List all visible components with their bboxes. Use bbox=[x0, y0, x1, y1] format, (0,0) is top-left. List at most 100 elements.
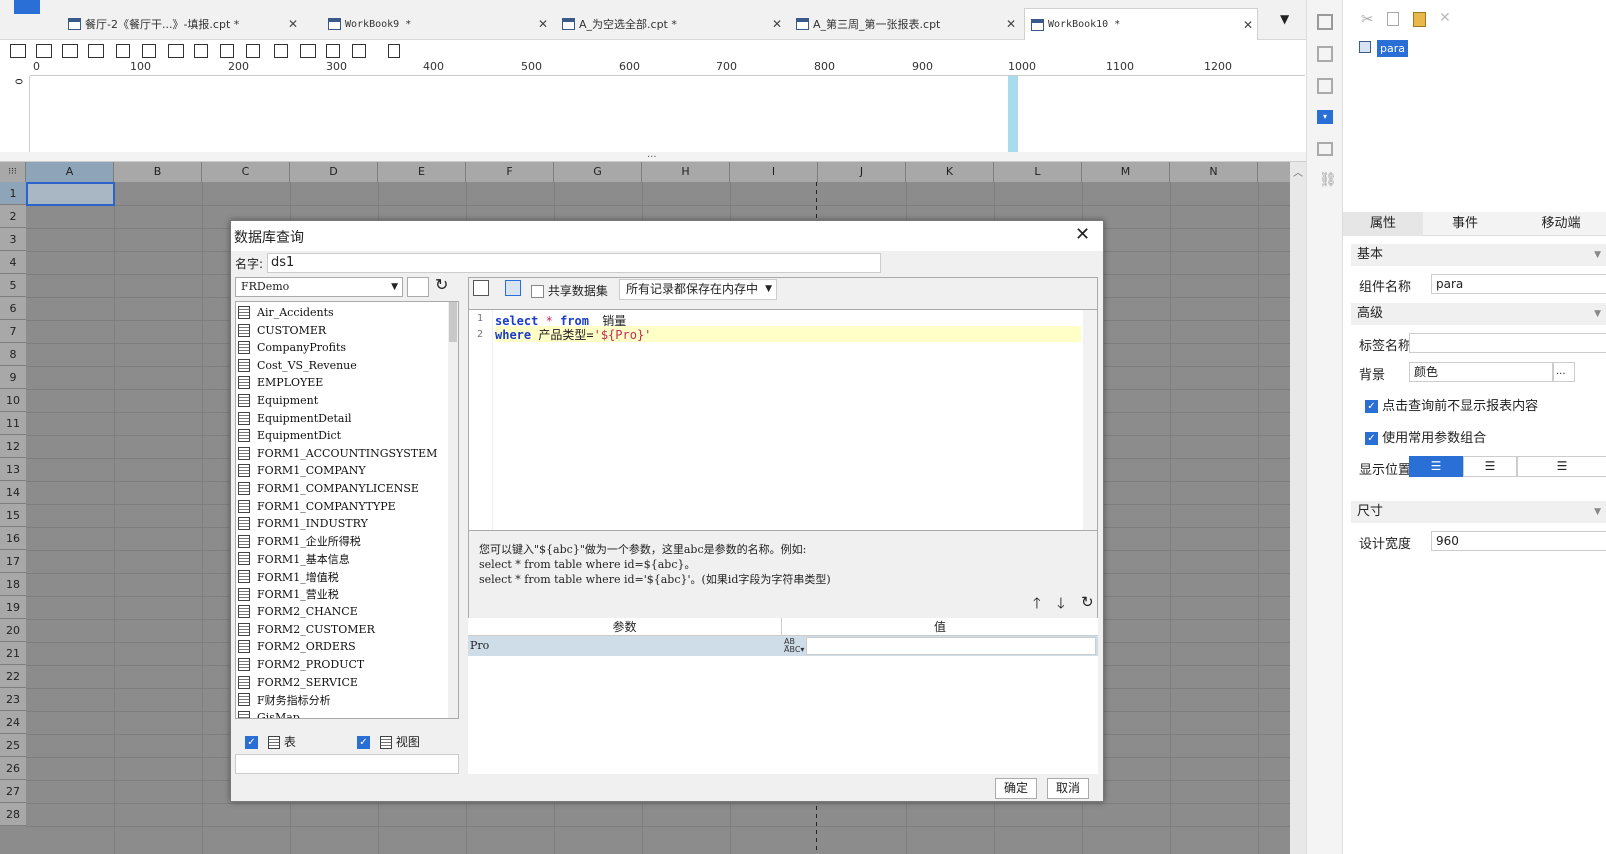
vertical-scrollbar[interactable]: ︿ bbox=[1290, 162, 1306, 854]
row-header[interactable]: 12 bbox=[0, 435, 26, 458]
row-header[interactable]: 22 bbox=[0, 665, 26, 688]
scroll-up-icon[interactable]: ︿ bbox=[1293, 164, 1303, 179]
column-header[interactable]: B bbox=[114, 162, 202, 182]
table-item[interactable]: Cost_VS_Revenue bbox=[238, 357, 357, 374]
row-header[interactable]: 9 bbox=[0, 366, 26, 389]
table-item[interactable]: FORM1_企业所得税 bbox=[238, 533, 361, 550]
param-value-input[interactable] bbox=[806, 637, 1096, 655]
close-icon[interactable]: ✕ bbox=[538, 17, 548, 31]
table-item[interactable]: FORM1_COMPANYLICENSE bbox=[238, 480, 419, 497]
table-item[interactable]: Air_Accidents bbox=[238, 304, 334, 321]
parameter-pane-canvas[interactable] bbox=[30, 76, 1010, 152]
section-advanced[interactable]: 高级 ▼ bbox=[1351, 303, 1606, 325]
move-up-icon[interactable]: 🡑 bbox=[1033, 593, 1041, 618]
row-header[interactable]: 7 bbox=[0, 320, 26, 343]
cancel-button[interactable]: 取消 bbox=[1047, 778, 1089, 799]
row-header[interactable]: 23 bbox=[0, 688, 26, 711]
table-list-scrollbar[interactable] bbox=[448, 302, 458, 718]
row-header[interactable]: 14 bbox=[0, 481, 26, 504]
row-header[interactable]: 1 bbox=[0, 182, 26, 205]
list-icon[interactable] bbox=[1317, 142, 1333, 156]
hide-report-checkbox[interactable]: ✓ 点击查询前不显示报表内容 bbox=[1365, 395, 1538, 414]
connection-select[interactable]: FRDemo ▼ bbox=[235, 277, 403, 297]
password-widget-icon[interactable] bbox=[300, 44, 316, 58]
close-icon[interactable]: ✕ bbox=[288, 17, 298, 31]
table-item[interactable]: Equipment bbox=[238, 392, 318, 409]
dropdown-widget-icon[interactable] bbox=[88, 44, 104, 58]
memory-option-select[interactable]: 所有记录都保存在内存中 ▼ bbox=[619, 279, 777, 300]
checkbox-group-icon[interactable] bbox=[246, 44, 260, 58]
show-tables-checkbox[interactable]: ✓ 表 bbox=[245, 733, 296, 750]
canvas-width-marker[interactable] bbox=[1008, 76, 1018, 152]
column-header[interactable]: E bbox=[378, 162, 466, 182]
tree-widget-icon[interactable] bbox=[274, 44, 288, 58]
row-header[interactable]: 24 bbox=[0, 711, 26, 734]
ok-button[interactable]: 确定 bbox=[995, 778, 1037, 799]
row-header[interactable]: 21 bbox=[0, 642, 26, 665]
tab-2[interactable]: WorkBook9 * ✕ bbox=[322, 8, 552, 40]
table-item[interactable]: EquipmentDict bbox=[238, 427, 341, 444]
date-widget-icon[interactable] bbox=[142, 44, 156, 58]
close-icon[interactable]: ✕ bbox=[1006, 17, 1016, 31]
row-header[interactable]: 4 bbox=[0, 251, 26, 274]
table-item[interactable]: EquipmentDetail bbox=[238, 410, 352, 427]
background-field[interactable]: 颜色 bbox=[1409, 362, 1553, 382]
component-icon[interactable] bbox=[1317, 78, 1333, 94]
row-header[interactable]: 26 bbox=[0, 757, 26, 780]
name-input[interactable]: ds1 bbox=[267, 253, 881, 273]
select-all-icon[interactable]: ⁝⁝⁝ bbox=[0, 162, 26, 182]
column-header[interactable]: I bbox=[730, 162, 818, 182]
component-name-field[interactable]: para bbox=[1431, 274, 1606, 294]
column-header[interactable]: M bbox=[1082, 162, 1170, 182]
row-header[interactable]: 27 bbox=[0, 780, 26, 803]
row-header[interactable]: 28 bbox=[0, 803, 26, 826]
background-more-button[interactable]: ... bbox=[1553, 362, 1575, 382]
collapse-icon[interactable]: ▼ bbox=[1594, 244, 1601, 266]
edit-connection-icon[interactable] bbox=[407, 277, 429, 297]
refresh-icon[interactable]: ↻ bbox=[435, 275, 448, 294]
section-basic[interactable]: 基本 ▼ bbox=[1351, 244, 1606, 266]
table-item[interactable]: F财务指标分析 bbox=[238, 691, 331, 708]
column-header[interactable]: J bbox=[818, 162, 906, 182]
table-item[interactable]: FORM1_INDUSTRY bbox=[238, 515, 368, 532]
table-item[interactable]: FORM1_基本信息 bbox=[238, 550, 350, 567]
row-header[interactable]: 6 bbox=[0, 297, 26, 320]
sql-save-icon[interactable] bbox=[505, 280, 521, 296]
move-down-icon[interactable]: 🡓 bbox=[1057, 593, 1065, 618]
row-header[interactable]: 8 bbox=[0, 343, 26, 366]
table-item[interactable]: FORM1_COMPANYTYPE bbox=[238, 498, 396, 515]
align-left-button[interactable]: ☰ bbox=[1409, 456, 1463, 477]
checkbox-widget-icon[interactable] bbox=[326, 44, 340, 58]
close-icon[interactable]: ✕ bbox=[1075, 224, 1090, 245]
more-widgets-icon[interactable] bbox=[388, 44, 400, 58]
row-header[interactable]: 17 bbox=[0, 550, 26, 573]
row-header[interactable]: 2 bbox=[0, 205, 26, 228]
common-params-checkbox[interactable]: ✓ 使用常用参数组合 bbox=[1365, 427, 1486, 446]
row-header[interactable]: 11 bbox=[0, 412, 26, 435]
table-item[interactable]: FORM2_CUSTOMER bbox=[238, 621, 375, 638]
column-header[interactable]: G bbox=[554, 162, 642, 182]
column-header[interactable]: N bbox=[1170, 162, 1258, 182]
column-header[interactable]: L bbox=[994, 162, 1082, 182]
tab-mobile[interactable]: 移动端 bbox=[1515, 212, 1606, 236]
table-item[interactable]: GisMap bbox=[238, 709, 300, 718]
combo-widget-icon[interactable] bbox=[116, 44, 130, 58]
collapse-icon[interactable]: ▼ bbox=[1594, 501, 1601, 523]
tab-properties[interactable]: 属性 bbox=[1343, 212, 1423, 236]
type-abc-icon[interactable]: A̲B ABC▾ bbox=[784, 638, 804, 654]
scroll-thumb[interactable] bbox=[449, 302, 457, 342]
tab-4[interactable]: A_第三周_第一张报表.cpt ✕ bbox=[790, 8, 1020, 40]
radio-group-icon[interactable] bbox=[220, 44, 234, 58]
tab-5-active[interactable]: WorkBook10 * ✕ bbox=[1024, 8, 1258, 40]
parameter-icon[interactable]: ▾ bbox=[1317, 110, 1333, 124]
textarea-widget-icon[interactable] bbox=[194, 44, 208, 58]
widget-library-icon[interactable] bbox=[1317, 46, 1333, 62]
row-header[interactable]: 15 bbox=[0, 504, 26, 527]
table-item[interactable]: FORM1_COMPANY bbox=[238, 462, 366, 479]
number-widget-icon[interactable] bbox=[168, 44, 184, 58]
table-list[interactable]: Air_Accidents CUSTOMER CompanyProfits Co… bbox=[235, 301, 459, 719]
close-icon[interactable]: ✕ bbox=[1243, 18, 1253, 32]
table-item[interactable]: CUSTOMER bbox=[238, 322, 326, 339]
column-header[interactable]: F bbox=[466, 162, 554, 182]
row-header[interactable]: 5 bbox=[0, 274, 26, 297]
